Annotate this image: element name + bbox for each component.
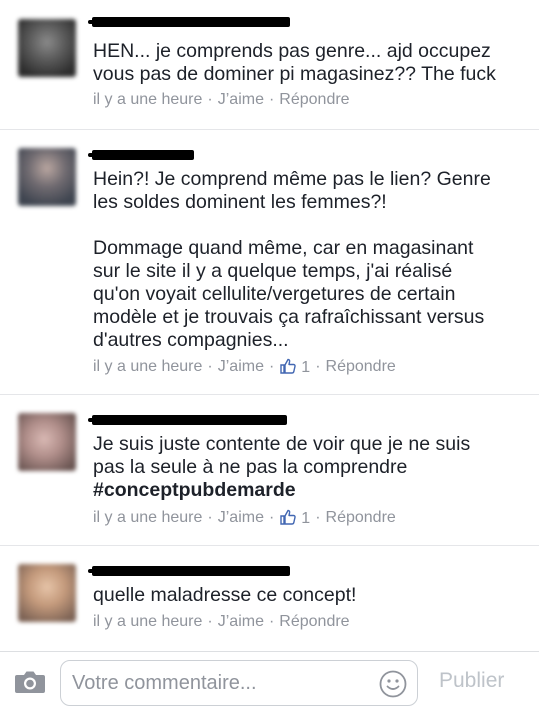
redacted-author-name [88, 150, 194, 160]
avatar[interactable] [18, 148, 76, 206]
comment-time[interactable]: il y a une heure [93, 613, 202, 631]
camera-icon[interactable] [14, 669, 46, 695]
publish-button[interactable]: Publier [439, 669, 504, 693]
separator: · [315, 509, 321, 526]
like-link[interactable]: J’aime [218, 613, 264, 631]
comment-input-placeholder: Votre commentaire... [72, 672, 257, 694]
reply-link[interactable]: Répondre [279, 91, 349, 109]
comment-meta: il y a une heure · J’aime · 1 · Répondre [93, 357, 396, 377]
separator: · [207, 91, 213, 108]
like-link[interactable]: J’aime [218, 509, 264, 527]
separator: · [207, 509, 213, 526]
comment-text: HEN... je comprends pas genre... ajd occ… [93, 40, 496, 85]
comment-time[interactable]: il y a une heure [93, 91, 202, 109]
comment-meta: il y a une heure · J’aime · 1 · Répondre [93, 508, 396, 528]
like-count[interactable]: 1 [279, 357, 310, 377]
redacted-author-name [88, 566, 290, 576]
comment-text: Je suis juste contente de voir que je ne… [93, 433, 471, 501]
avatar[interactable] [18, 564, 76, 622]
separator: · [268, 358, 275, 375]
thumbs-up-icon [280, 509, 297, 525]
comment-item: Hein?! Je comprend même pas le lien? Gen… [0, 130, 539, 395]
separator: · [268, 509, 275, 526]
comment-composer: Votre commentaire... Publier [0, 651, 539, 712]
separator: · [268, 91, 275, 108]
separator: · [268, 613, 275, 630]
separator: · [207, 613, 213, 630]
like-link[interactable]: J’aime [218, 358, 264, 376]
comment-text: quelle maladresse ce concept! [93, 584, 357, 606]
avatar[interactable] [18, 19, 76, 77]
hashtag-link[interactable]: #conceptpubdemarde [93, 479, 296, 501]
comment-meta: il y a une heure · J’aime · Répondre [93, 613, 350, 631]
reply-link[interactable]: Répondre [326, 358, 396, 376]
thumbs-up-icon [280, 358, 297, 374]
comment-time[interactable]: il y a une heure [93, 509, 202, 527]
smiley-icon[interactable] [379, 670, 407, 698]
comment-text: Hein?! Je comprend même pas le lien? Gen… [93, 168, 491, 351]
comment-item: quelle maladresse ce concept! il y a une… [0, 546, 539, 651]
separator: · [315, 358, 321, 375]
reply-link[interactable]: Répondre [279, 613, 349, 631]
comment-input[interactable]: Votre commentaire... [60, 660, 418, 706]
like-link[interactable]: J’aime [218, 91, 264, 109]
comment-time[interactable]: il y a une heure [93, 358, 202, 376]
comment-meta: il y a une heure · J’aime · Répondre [93, 91, 350, 109]
redacted-author-name [88, 415, 287, 425]
comment-item: HEN... je comprends pas genre... ajd occ… [0, 0, 539, 130]
like-count[interactable]: 1 [279, 508, 310, 528]
separator: · [207, 358, 213, 375]
redacted-author-name [88, 17, 290, 27]
comment-item: Je suis juste contente de voir que je ne… [0, 395, 539, 546]
avatar[interactable] [18, 413, 76, 471]
reply-link[interactable]: Répondre [326, 509, 396, 527]
